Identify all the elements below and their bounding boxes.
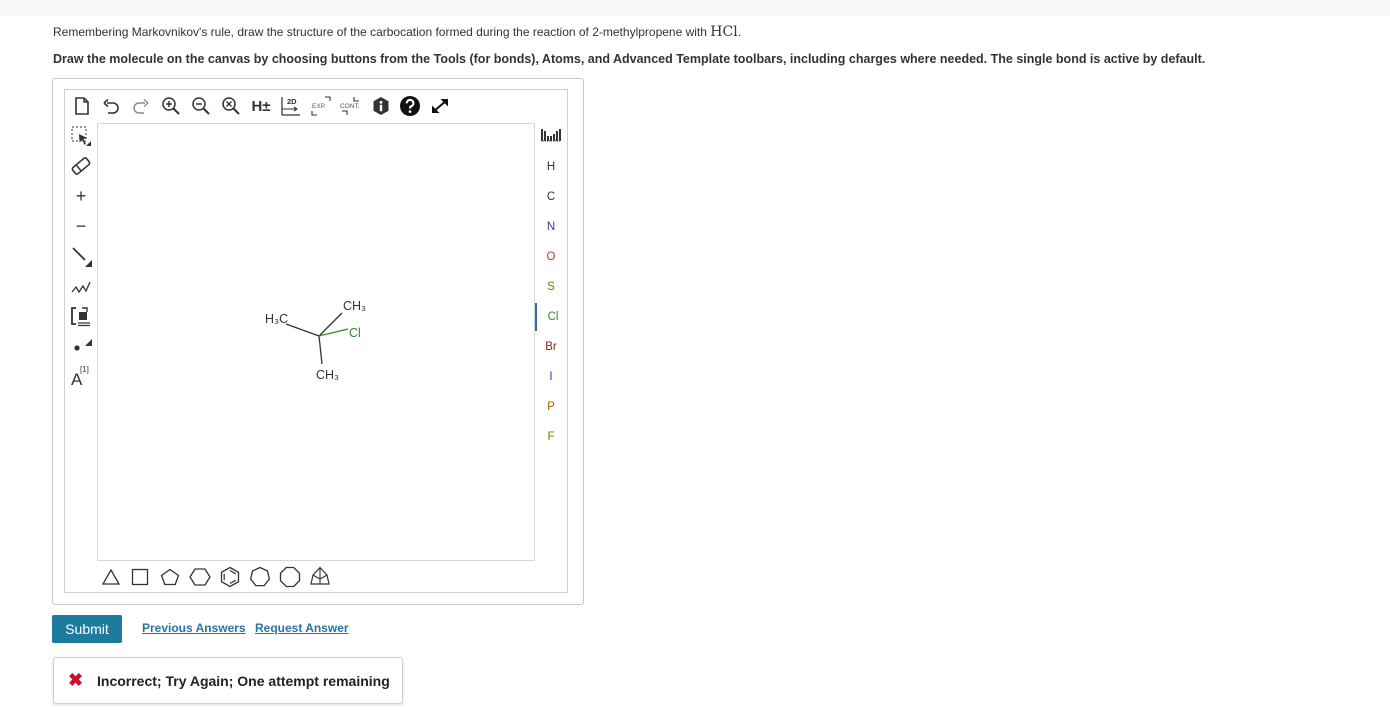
left-toolbar: + − A [1] — [65, 123, 95, 403]
atom-cl-button[interactable]: Cl — [535, 303, 569, 331]
new-document-icon[interactable] — [71, 94, 93, 118]
molecule: H₃C CH₃ Cl CH₃ — [265, 299, 366, 382]
add-hydrogens-button[interactable]: H± — [249, 94, 273, 118]
editor-frame: H± 2D EXP. CONT. + − A [1] H₃C CH₃ Cl CH… — [64, 89, 568, 593]
zoom-out-icon[interactable] — [190, 94, 212, 118]
previous-answers-link[interactable]: Previous Answers — [142, 621, 246, 635]
bond-top — [318, 312, 343, 337]
group-left: H₃C — [265, 312, 288, 326]
template-toolbar — [97, 564, 357, 590]
atom-f-button[interactable]: F — [535, 423, 567, 451]
increase-charge-button[interactable]: + — [67, 183, 95, 209]
atom-n-label: N — [546, 221, 556, 233]
cycloheptane-icon[interactable] — [246, 564, 274, 590]
bicyclic-template-icon[interactable] — [306, 564, 334, 590]
top-bar — [0, 0, 1390, 16]
atom-p-label: P — [547, 401, 555, 413]
atoms-toolbar: H C N O S Cl Br I P F — [535, 123, 567, 453]
molecule-drawing: H₃C CH₃ Cl CH₃ — [265, 299, 366, 382]
question-formula: HCl — [710, 24, 738, 40]
bond-left — [285, 323, 320, 337]
contract-label: CONT. — [340, 103, 360, 110]
bond-bottom — [318, 335, 323, 365]
zoom-in-icon[interactable] — [160, 94, 182, 118]
radical-tool[interactable] — [67, 333, 95, 359]
expand-label: EXP. — [312, 103, 326, 110]
question-end: . — [737, 25, 742, 39]
atom-cl-label: Cl — [547, 311, 559, 323]
zoom-reset-icon[interactable] — [220, 94, 242, 118]
cyclopropane-icon[interactable] — [97, 564, 125, 590]
help-icon[interactable] — [398, 94, 422, 118]
contract-button[interactable]: CONT. — [338, 94, 364, 118]
atom-s-button[interactable]: S — [535, 273, 567, 301]
atom-c-button[interactable]: C — [535, 183, 567, 211]
cyclopentane-icon[interactable] — [156, 564, 184, 590]
top-toolbar: H± 2D EXP. CONT. — [65, 94, 465, 118]
marvin-editor: H± 2D EXP. CONT. + − A [1] H₃C CH₃ Cl CH… — [52, 78, 584, 605]
chain-tool[interactable] — [67, 273, 95, 299]
clean-2d-button[interactable]: 2D — [279, 94, 303, 118]
group-halogen: Cl — [349, 326, 361, 340]
cyclobutane-icon[interactable] — [126, 564, 154, 590]
clean-2d-label: 2D — [287, 97, 297, 106]
group-bottom: CH₃ — [316, 368, 339, 382]
decrease-charge-button[interactable]: − — [67, 213, 95, 239]
atom-c-label: C — [546, 191, 556, 203]
question-body: Remembering Markovnikov's rule, draw the… — [53, 25, 707, 39]
cyclohexane-icon[interactable] — [186, 564, 214, 590]
undo-icon[interactable] — [100, 94, 122, 118]
question-text: Remembering Markovnikov's rule, draw the… — [53, 24, 741, 40]
instructions: Draw the molecule on the canvas by choos… — [53, 52, 1206, 66]
info-icon[interactable] — [370, 94, 392, 118]
submit-button[interactable]: Submit — [52, 615, 122, 643]
atom-i-label: I — [549, 371, 553, 383]
template-library-tool[interactable] — [67, 303, 95, 329]
atom-map-superscript: [1] — [80, 365, 89, 374]
atom-br-button[interactable]: Br — [535, 333, 567, 361]
single-bond-tool[interactable] — [67, 243, 95, 269]
selection-tool[interactable] — [67, 123, 95, 149]
periodic-table-icon[interactable] — [535, 123, 567, 147]
feedback-box: ✖ Incorrect; Try Again; One attempt rema… — [53, 657, 403, 704]
atom-p-button[interactable]: P — [535, 393, 567, 421]
feedback-message: Incorrect; Try Again; One attempt remain… — [97, 673, 390, 689]
atom-i-button[interactable]: I — [535, 363, 567, 391]
cyclooctane-icon[interactable] — [276, 564, 304, 590]
atom-o-button[interactable]: O — [535, 243, 567, 271]
benzene-icon[interactable] — [216, 564, 244, 590]
eraser-icon[interactable] — [67, 153, 95, 179]
group-top: CH₃ — [343, 299, 366, 313]
atom-n-button[interactable]: N — [535, 213, 567, 241]
drawing-canvas[interactable]: H₃C CH₃ Cl CH₃ — [97, 123, 535, 561]
atom-s-label: S — [547, 281, 555, 293]
atom-h-label: H — [546, 161, 556, 173]
atom-br-label: Br — [545, 341, 557, 353]
request-answer-link[interactable]: Request Answer — [255, 621, 349, 635]
atom-h-button[interactable]: H — [535, 153, 567, 181]
atom-o-label: O — [546, 251, 556, 263]
error-icon: ✖ — [68, 670, 84, 690]
atom-f-label: F — [547, 431, 555, 443]
fullscreen-icon[interactable] — [427, 94, 453, 118]
expand-button[interactable]: EXP. — [309, 94, 333, 118]
atom-map-tool[interactable]: A [1] — [67, 363, 95, 389]
redo-icon[interactable] — [130, 94, 152, 118]
